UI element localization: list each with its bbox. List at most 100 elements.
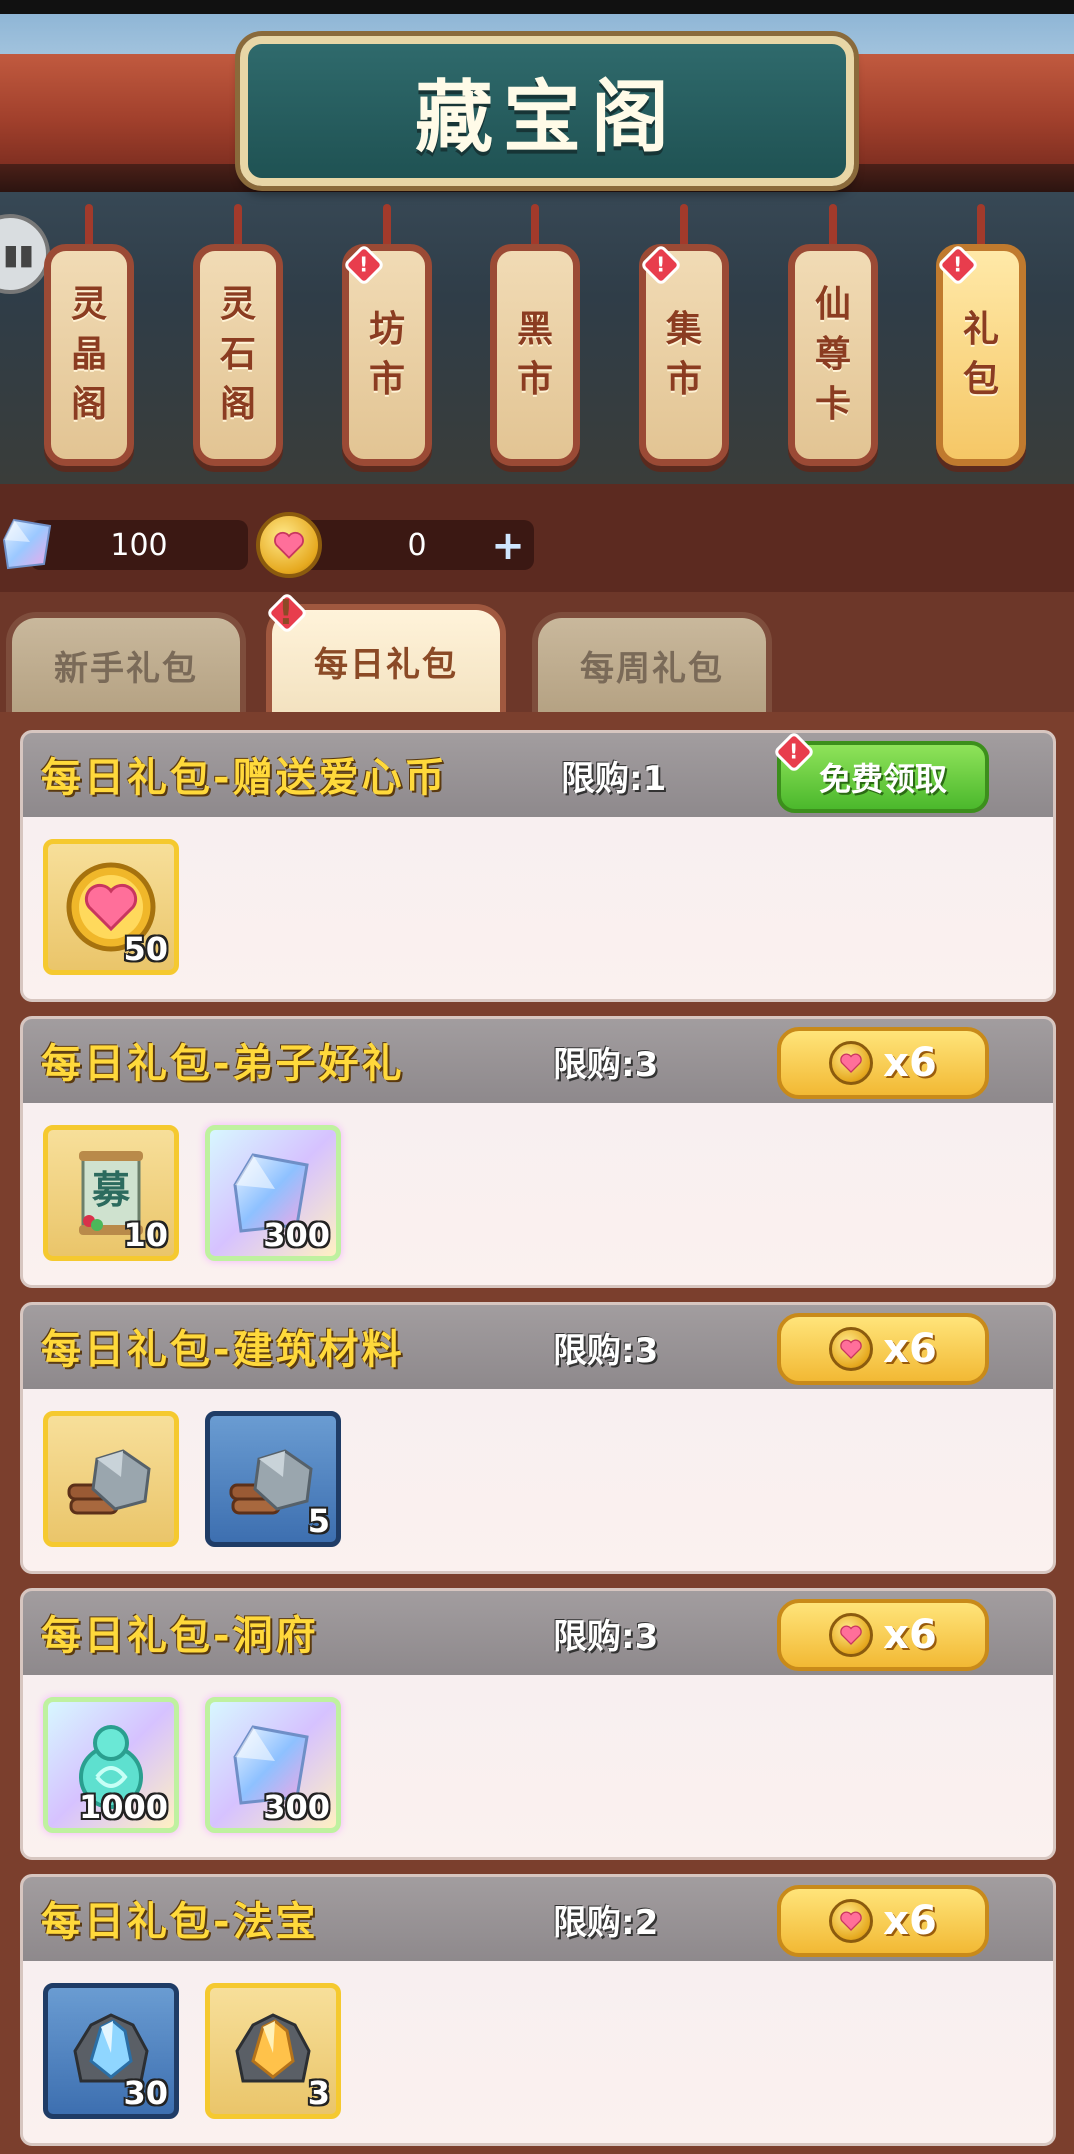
reward-item[interactable]: 30 — [43, 1983, 179, 2119]
pack-items: 5 — [43, 1411, 341, 1547]
status-bar — [0, 0, 1074, 14]
reward-item[interactable]: 50 — [43, 839, 179, 975]
pack-card: 每日礼包-赠送爱心币 限购:1 免费领取! 50 — [20, 730, 1056, 1002]
pack-list[interactable]: 每日礼包-赠送爱心币 限购:1 免费领取! 50 每日礼包-弟子好礼 限购:3 x6 募 10 3… — [0, 712, 1074, 2154]
pack-card: 每日礼包-建筑材料 限购:3 x6 5 — [20, 1302, 1056, 1574]
tab-label-char: 晶 — [70, 334, 107, 375]
heart-coin-icon — [829, 1899, 874, 1943]
pack-title: 每日礼包-法宝 — [41, 1899, 319, 1945]
pack-header: 每日礼包-法宝 限购:2 x6 — [23, 1877, 1053, 1961]
tab-label-char: 市 — [665, 359, 702, 400]
alert-icon: ! — [789, 740, 799, 764]
reward-item[interactable]: 300 — [205, 1697, 341, 1833]
alert-badge: ! — [265, 591, 309, 635]
pack-title: 每日礼包-弟子好礼 — [41, 1041, 405, 1087]
stone-wood-icon — [67, 1449, 151, 1515]
item-quantity: 3 — [307, 2074, 330, 2112]
reward-item[interactable]: 3 — [205, 1983, 341, 2119]
item-quantity: 50 — [123, 930, 168, 968]
tab-label-char: 尊 — [814, 334, 851, 375]
price-label: x6 — [883, 1326, 937, 1372]
category-tab-label: 新手礼包 — [54, 648, 198, 689]
tab-plaque[interactable]: 灵石阁 — [193, 244, 283, 466]
purchase-limit: 限购:3 — [553, 1045, 659, 1085]
pack-items: 50 — [43, 839, 179, 975]
claim-free-label: 免费领取 — [818, 760, 947, 798]
pack-items: 1000 300 — [43, 1697, 341, 1833]
reward-item[interactable]: 300 — [205, 1125, 341, 1261]
pack-card: 每日礼包-法宝 限购:2 x6 30 3 — [20, 1874, 1056, 2146]
reward-item[interactable]: 5 — [205, 1411, 341, 1547]
purchase-limit: 限购:3 — [553, 1617, 659, 1657]
pack-header: 每日礼包-洞府 限购:3 x6 — [23, 1591, 1053, 1675]
price-label: x6 — [883, 1040, 937, 1086]
pack-card: 每日礼包-洞府 限购:3 x6 1000 300 — [20, 1588, 1056, 1860]
crystal-icon — [0, 514, 56, 574]
tab-label-char: 礼 — [962, 309, 999, 350]
tab-label-char: 市 — [516, 359, 553, 400]
tab-string — [85, 204, 93, 248]
alert-icon: ! — [359, 253, 369, 277]
pack-header: 每日礼包-建筑材料 限购:3 x6 — [23, 1305, 1053, 1389]
add-heart-coin-button[interactable]: + — [488, 526, 528, 566]
tab-label-char: 灵 — [70, 284, 107, 325]
tab-string — [680, 204, 688, 248]
heart-coin-icon — [256, 512, 322, 578]
item-quantity: 5 — [307, 1502, 330, 1540]
title-plate: 藏宝阁 — [240, 36, 854, 186]
reward-item[interactable] — [43, 1411, 179, 1547]
tab-string — [977, 204, 985, 248]
tab-label-char: 阁 — [219, 384, 256, 425]
tab-label-char: 卡 — [814, 384, 851, 425]
reward-item[interactable]: 募 10 — [43, 1125, 179, 1261]
tab-label-char: 阁 — [70, 384, 107, 425]
shop-tabs: 灵晶阁灵石阁坊市! 黑市集市! 仙尊卡礼包! — [0, 204, 1074, 484]
tab-string — [531, 204, 539, 248]
alert-icon: ! — [656, 253, 666, 277]
buy-button[interactable]: x6 — [777, 1313, 989, 1385]
item-quantity: 1000 — [78, 1788, 168, 1826]
pack-items: 30 3 — [43, 1983, 341, 2119]
item-quantity: 300 — [263, 1788, 330, 1826]
purchase-limit: 限购:2 — [553, 1903, 659, 1943]
pack-title: 每日礼包-洞府 — [41, 1613, 319, 1659]
tab-string — [234, 204, 242, 248]
tab-label-char: 集 — [665, 309, 702, 350]
heart-coin-icon — [829, 1613, 874, 1657]
tab-plaque[interactable]: 黑市 — [490, 244, 580, 466]
pack-items: 募 10 300 — [43, 1125, 341, 1261]
heart-coin-amount: 0 — [407, 527, 427, 563]
svg-text:募: 募 — [92, 1168, 131, 1212]
category-tab-label: 每日礼包 — [314, 644, 458, 685]
purchase-limit: 限购:3 — [553, 1331, 659, 1371]
heart-coin-icon — [829, 1327, 874, 1371]
item-quantity: 30 — [123, 2074, 168, 2112]
tab-label-char: 市 — [368, 359, 405, 400]
buy-button[interactable]: x6 — [777, 1027, 989, 1099]
crystal-amount: 100 — [110, 527, 168, 563]
buy-button[interactable]: x6 — [777, 1885, 989, 1957]
tab-plaque[interactable]: 灵晶阁 — [44, 244, 134, 466]
pack-header: 每日礼包-弟子好礼 限购:3 x6 — [23, 1019, 1053, 1103]
category-tab-1[interactable]: 新手礼包 — [6, 612, 246, 712]
tab-label-char: 黑 — [516, 309, 553, 350]
buy-button[interactable]: x6 — [777, 1599, 989, 1671]
category-tab-2[interactable]: 每日礼包! — [265, 591, 506, 712]
tab-plaque[interactable]: 仙尊卡 — [788, 244, 878, 466]
tab-string — [829, 204, 837, 248]
tab-label-char: 灵 — [219, 284, 256, 325]
item-quantity: 10 — [123, 1216, 168, 1254]
reward-item[interactable]: 1000 — [43, 1697, 179, 1833]
page-title: 藏宝阁 — [414, 73, 679, 163]
alert-icon: ! — [953, 253, 963, 277]
category-tab-3[interactable]: 每周礼包 — [532, 612, 772, 712]
pack-card: 每日礼包-弟子好礼 限购:3 x6 募 10 300 — [20, 1016, 1056, 1288]
header: 藏宝阁 ▮▮ 灵晶阁灵石阁坊市! 黑市集市! 仙尊卡礼包! — [0, 14, 1074, 484]
tab-string — [383, 204, 391, 248]
pack-header: 每日礼包-赠送爱心币 限购:1 免费领取 — [23, 733, 1053, 817]
category-tab-label: 每周礼包 — [580, 648, 724, 689]
currency-bar: 100 0 + — [0, 484, 1074, 592]
pack-title: 每日礼包-赠送爱心币 — [41, 755, 448, 801]
item-quantity: 300 — [263, 1216, 330, 1254]
tab-label-char: 坊 — [368, 309, 405, 350]
